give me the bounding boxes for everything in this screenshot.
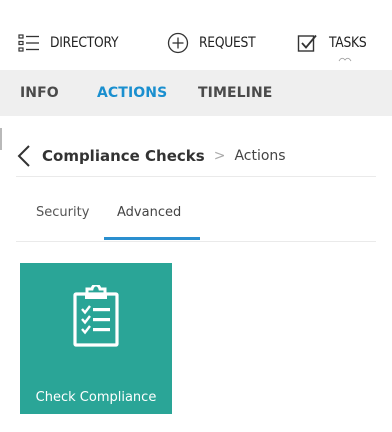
tab-actions[interactable]: ACTIONS [97, 85, 167, 101]
request-nav-button[interactable]: REQUEST [167, 28, 263, 58]
clipboard-checklist-icon [73, 285, 119, 347]
breadcrumb-current: Actions [234, 148, 286, 164]
plus-circle-icon [167, 32, 189, 54]
cursor-marker-icon [338, 57, 352, 62]
breadcrumb: Compliance Checks > Actions [16, 140, 286, 172]
section-tab-bar: INFO ACTIONS TIMELINE [0, 70, 392, 116]
tasks-nav-button[interactable]: TASKS [297, 28, 372, 58]
tasks-label: TASKS [329, 35, 367, 51]
directory-nav-button[interactable]: DIRECTORY [18, 28, 128, 58]
directory-label: DIRECTORY [50, 35, 119, 51]
tab-info[interactable]: INFO [20, 85, 59, 101]
subtab-advanced[interactable]: Advanced [117, 205, 181, 220]
divider [16, 176, 376, 177]
left-edge-indicator [0, 128, 2, 150]
divider [16, 241, 376, 242]
tile-label: Check Compliance [35, 390, 157, 405]
breadcrumb-parent-link[interactable]: Compliance Checks [42, 147, 205, 165]
subtab-security[interactable]: Security [36, 205, 89, 220]
chevron-left-icon[interactable] [16, 143, 32, 169]
active-subtab-indicator [104, 237, 200, 240]
check-compliance-tile[interactable]: Check Compliance [20, 263, 172, 414]
breadcrumb-separator: > [213, 148, 226, 164]
list-icon [18, 34, 39, 52]
checkbox-checked-icon [297, 34, 317, 52]
request-label: REQUEST [199, 35, 256, 51]
tab-timeline[interactable]: TIMELINE [198, 85, 272, 101]
